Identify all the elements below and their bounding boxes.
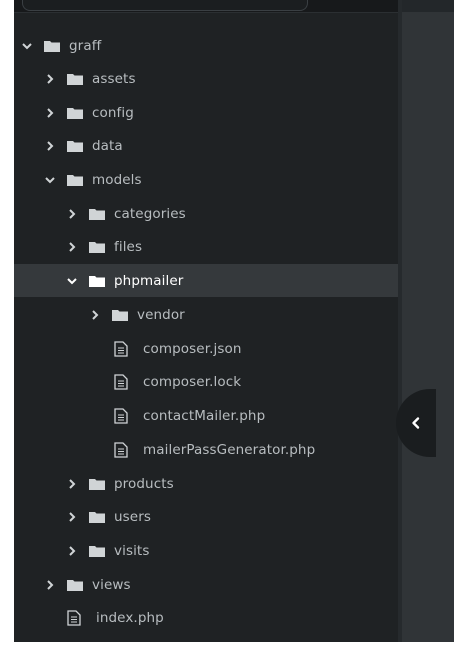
tree-row-folder-views[interactable]: views [14,568,398,601]
tree-row-folder-files[interactable]: files [14,230,398,263]
tree-row-label: mailerPassGenerator.php [143,441,316,458]
window-margin [0,0,14,645]
tree-row-label: composer.lock [143,373,242,390]
tree-row-label: users [114,508,151,525]
file-icon [67,609,81,626]
tree-row-label: assets [92,70,136,87]
tree-row-folder-models[interactable]: models [14,163,398,196]
tree-row-label: products [114,475,174,492]
tree-row-label: categories [114,205,186,222]
tree-row-label: models [92,171,142,188]
file-icon [114,373,128,390]
file-icon [114,407,128,424]
folder-icon [89,478,105,490]
folder-icon [67,140,83,152]
chevron-down-icon[interactable] [65,274,79,288]
folder-icon [89,241,105,253]
tree-row-label: visits [114,542,150,559]
tree-row-file-mailerpassgenerator-php[interactable]: mailerPassGenerator.php [14,433,398,466]
panel-tab[interactable] [22,0,308,11]
file-tree-panel: graff assets config data models categori… [14,0,398,642]
panel-tab-strip [14,0,398,13]
chevron-right-icon[interactable] [65,240,79,254]
chevron-right-icon[interactable] [65,477,79,491]
tree-row-folder-config[interactable]: config [14,96,398,129]
tree-row-label: composer.json [143,340,242,357]
folder-icon [89,545,105,557]
tree-row-folder-phpmailer[interactable]: phpmailer [14,264,398,297]
tree-row-label: contactMailer.php [143,407,266,424]
chevron-right-icon[interactable] [88,308,102,322]
chevron-right-icon[interactable] [65,544,79,558]
folder-icon [67,579,83,591]
folder-icon [67,107,83,119]
tree-row-file-composer-lock[interactable]: composer.lock [14,365,398,398]
chevron-right-icon[interactable] [43,139,57,153]
folder-icon [67,174,83,186]
folder-icon [112,309,128,321]
tree-row-folder-products[interactable]: products [14,467,398,500]
tree-row-label: files [114,238,143,255]
chevron-right-icon[interactable] [65,207,79,221]
tree-row-folder-data[interactable]: data [14,129,398,162]
chevron-right-icon[interactable] [43,106,57,120]
file-icon [114,441,128,458]
tree-row-label: index.php [96,609,164,626]
folder-icon [67,73,83,85]
tree-row-label: graff [69,37,102,54]
tree-row-label: config [92,104,134,121]
folder-icon [89,511,105,523]
tree-row-label: vendor [137,306,185,323]
chevron-right-icon[interactable] [43,578,57,592]
tree-row-folder-visits[interactable]: visits [14,534,398,567]
tree-row-folder-assets[interactable]: assets [14,62,398,95]
tree-row-folder-categories[interactable]: categories [14,197,398,230]
folder-icon [44,40,60,52]
tree-row-label: phpmailer [114,272,184,289]
chevron-down-icon[interactable] [43,173,57,187]
folder-icon [89,275,105,287]
tree-row-file-contactmailer-php[interactable]: contactMailer.php [14,399,398,432]
tree-row-file-composer-json[interactable]: composer.json [14,332,398,365]
tree-row-folder-graff[interactable]: graff [14,29,398,62]
chevron-left-icon [412,417,420,429]
chevron-right-icon[interactable] [43,72,57,86]
tree-row-folder-users[interactable]: users [14,500,398,533]
editor-tab-strip [402,0,454,12]
chevron-down-icon[interactable] [20,39,34,53]
file-icon [114,340,128,357]
tree-row-folder-vendor[interactable]: vendor [14,298,398,331]
tree-row-label: views [92,576,131,593]
folder-icon [89,208,105,220]
chevron-right-icon[interactable] [65,510,79,524]
editor-area [402,0,454,642]
tree-row-file-index-php[interactable]: index.php [14,601,398,634]
tree-row-label: data [92,137,123,154]
